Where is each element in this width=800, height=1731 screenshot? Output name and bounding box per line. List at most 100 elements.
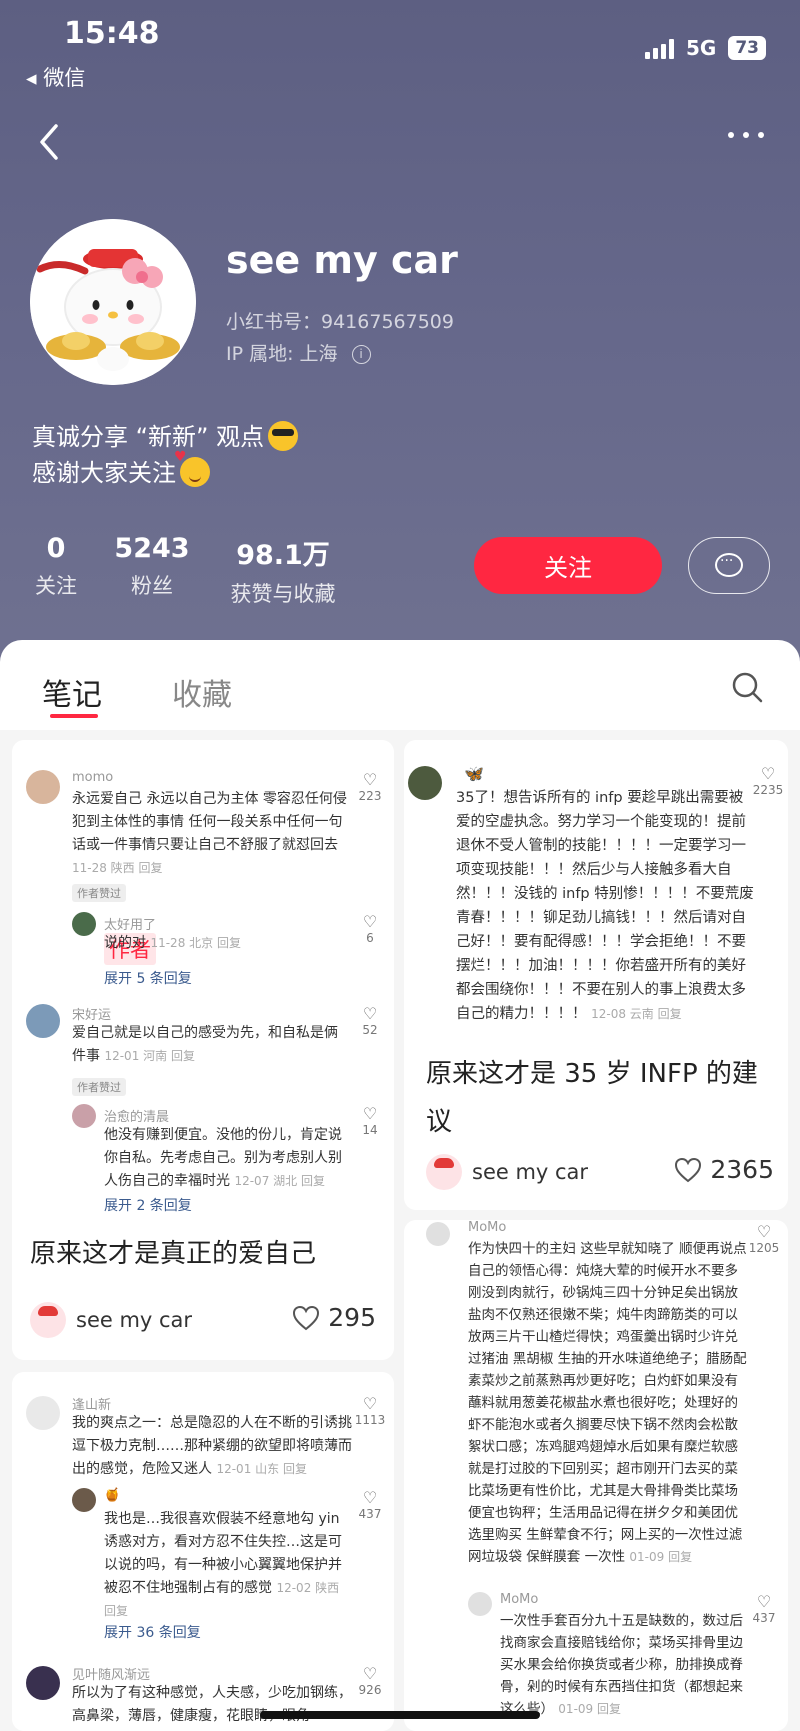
follow-button[interactable]: 关注 [474,537,662,594]
comment-text: 所以为了有这种感觉，人夫感，少吃加钢练，高鼻梁，薄唇，健康瘦，花眼睛，眼角 [72,1685,352,1724]
reply-body: 一次性手套百分九十五是缺数的，数过后找商家会直接赔钱给你；菜场买排骨里边买水果会… [500,1613,743,1717]
note-author[interactable]: see my car [30,1302,192,1338]
heart-outline-icon: ♡ [760,764,776,783]
tab-notes[interactable]: 笔记 [42,670,102,714]
expand-replies-link[interactable]: 展开 5 条回复 [104,968,192,988]
comment-like[interactable]: ♡ 14 [350,1104,390,1137]
avatar [26,770,60,804]
butterfly-icon: 🦋 [464,764,484,783]
back-app-label: 微信 [43,66,86,90]
profile-id: 小红书号：94167567509 [226,311,454,333]
comment-author: 见叶随风渐远 [72,1668,151,1683]
comment-text: 一次性手套百分九十五是缺数的，数过后找商家会直接赔钱给你；菜场买排骨里边买水果会… [500,1610,748,1720]
profile-header: 15:48 ◂ 微信 5G 73 see my car 小红书号：9416756… [0,0,800,665]
comment-text: 作为快四十的主妇 这些早就知晓了 顺便再说点自己的领悟心得：炖烧大荤的时候开水不… [468,1238,748,1568]
heart-outline-icon: ♡ [756,1222,772,1241]
comment-like-count: 52 [362,1023,378,1037]
smiling-hearts-emoji-icon [174,449,210,487]
comment-like[interactable]: ♡ 437 [744,1592,784,1625]
comment-like[interactable]: ♡ 1205 [744,1222,784,1255]
comment-text: 说的对 11-28 北京 回复 [104,932,354,955]
avatar [26,1666,60,1700]
author-liked-label: 作者赞过 [72,1078,126,1096]
note-card[interactable]: 🦋 35了！想告诉所有的 infp 要趁早跳出需要被爱的空虚执念。努力学习一个能… [404,740,788,1210]
more-options-icon[interactable] [728,132,764,138]
profile-avatar[interactable] [30,219,196,385]
stat-likes-count: 98.1万 [236,540,330,571]
comment-like-count: 2235 [752,783,784,797]
comment-time: 12-01 山东 回复 [216,1462,307,1476]
status-indicators: 5G 73 [644,36,766,60]
avatar [468,1592,492,1616]
stat-followers[interactable]: 5243 粉丝 [112,533,192,600]
message-button[interactable] [688,537,770,594]
stat-followers-count: 5243 [114,533,190,564]
comment-time: 01-09 回复 [629,1550,693,1564]
search-icon[interactable] [730,670,764,704]
heart-outline-icon [675,1157,702,1182]
author-liked-tag: 作者赞过 [72,882,126,902]
avatar [26,1396,60,1430]
note-likes[interactable]: 2365 [674,1155,774,1184]
comment-like-count: 14 [362,1123,378,1137]
back-arrow-icon[interactable] [36,122,64,162]
note-card[interactable]: momo 永远爱自己 永远以自己为主体 零容忍任何侵犯到主体性的事情 任何一段关… [12,740,394,1360]
comment-text: 我的爽点之一：总是隐忍的人在不断的引诱挑逗下极力克制……那种紧绷的欲望即将喷薄而… [72,1412,352,1481]
comment-like[interactable]: ♡ 52 [350,1004,390,1037]
note-author[interactable]: see my car [426,1154,588,1190]
bio-line-1-text: 真诚分享 “新新” 观点 [32,423,265,451]
ip-location-text: IP 属地: 上海 [226,343,338,365]
comment-like-count: 1205 [748,1241,780,1255]
comment-time: 11-28 陕西 回复 [72,861,163,875]
comment-author: 逢山新 [72,1398,112,1413]
comment-like[interactable]: ♡ 2235 [748,764,788,797]
avatar [72,1488,96,1512]
stat-likes-collections[interactable]: 98.1万 获赞与收藏 [218,533,348,608]
tab-collections[interactable]: 收藏 [172,670,232,714]
status-back-to-app[interactable]: ◂ 微信 [26,62,85,92]
note-author-name: see my car [76,1308,193,1332]
comment-like-count: 1113 [354,1413,386,1427]
home-indicator[interactable] [260,1711,540,1719]
comment-text: 我也是…我很喜欢假装不经意地勾 yin 诱惑对方，看对方忍不住失控…这是可以说的… [104,1508,354,1623]
expand-replies-link[interactable]: 展开 2 条回复 [104,1195,192,1215]
avatar [72,1104,96,1128]
reply-body: 说的对 [104,935,146,951]
comment-text: 他没有赚到便宜。没他的份儿，肯定说你自私。先考虑自己。别为考虑别人别人伤自己的幸… [104,1124,354,1193]
info-icon[interactable]: i [351,345,371,364]
note-likes-count: 295 [328,1303,376,1332]
profile-tab-bar: 笔记 收藏 [0,640,800,730]
honey-pot-icon: 🍯 [104,1488,121,1503]
comment-like[interactable]: ♡ 437 [350,1488,390,1521]
avatar [408,766,442,800]
reply-author-name: 太好用了 [104,918,157,933]
stat-following[interactable]: 0 关注 [34,533,78,600]
comment-like[interactable]: ♡ 6 [350,912,390,945]
comment-like[interactable]: ♡ 926 [350,1664,390,1697]
avatar [72,912,96,936]
avatar [26,1004,60,1038]
comment-text: 永远爱自己 永远以自己为主体 零容忍任何侵犯到主体性的事情 任何一段关系中任何一… [72,788,350,880]
network-type: 5G [685,36,717,60]
note-likes[interactable]: 295 [292,1303,376,1332]
avatar [30,1302,66,1338]
hello-kitty-avatar-image [30,219,196,385]
stat-followers-label: 粉丝 [131,574,173,598]
comment-author: 宋好运 [72,1008,112,1023]
note-card[interactable]: MoMo 作为快四十的主妇 这些早就知晓了 顺便再说点自己的领悟心得：炖烧大荤的… [404,1220,788,1731]
status-time: 15:48 [64,16,160,51]
comment-body: 我的爽点之一：总是隐忍的人在不断的引诱挑逗下极力克制……那种紧绷的欲望即将喷薄而… [72,1415,352,1477]
bio-line-1: 真诚分享 “新新” 观点 [32,417,299,452]
comment-like[interactable]: ♡ 1113 [350,1394,390,1427]
bio-line-2-text: 感谢大家关注 [32,459,176,487]
author-liked-label: 作者赞过 [72,884,126,902]
comment-like[interactable]: ♡ 223 [350,770,390,803]
note-card[interactable]: 逢山新 我的爽点之一：总是隐忍的人在不断的引诱挑逗下极力克制……那种紧绷的欲望即… [12,1372,394,1731]
comment-like-count: 437 [752,1611,776,1625]
expand-replies-link[interactable]: 展开 36 条回复 [104,1622,201,1642]
battery-icon: 73 [728,36,766,60]
note-author-name: see my car [472,1160,589,1184]
comment-author: momo [72,770,114,785]
comment-time: 01-09 回复 [558,1702,621,1716]
note-likes-count: 2365 [710,1155,774,1184]
